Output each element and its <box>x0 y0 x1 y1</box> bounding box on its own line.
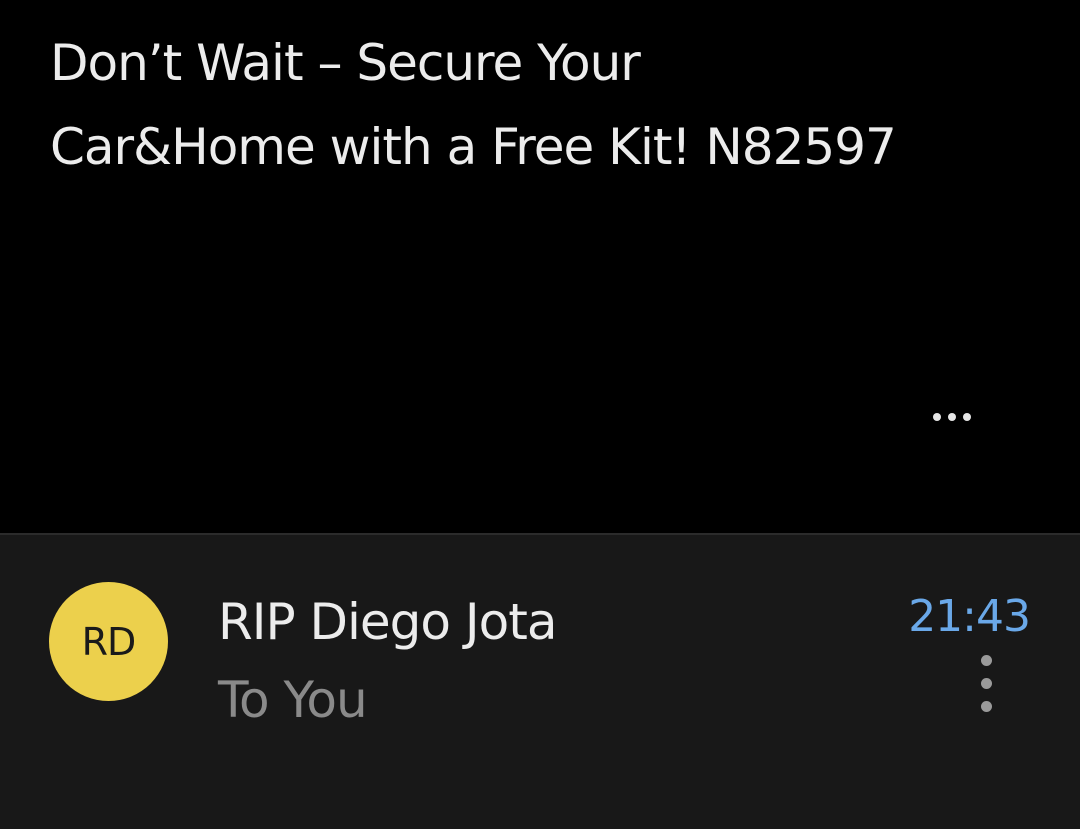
horizontal-ellipsis-dot <box>948 413 956 421</box>
vertical-ellipsis-dot <box>981 701 992 712</box>
recipient-label[interactable]: To You <box>218 675 368 725</box>
sender-details-row[interactable]: RD RIP Diego Jota To You 21:43 <box>0 535 1080 829</box>
received-time: 21:43 <box>908 591 1031 642</box>
vertical-ellipsis-icon <box>981 655 992 666</box>
more-options-button[interactable] <box>928 398 978 438</box>
email-subject-line-1: Don’t Wait – Secure Your <box>50 34 641 92</box>
email-subject-area: Don’t Wait – Secure Your Car&Home with a… <box>0 0 1080 533</box>
sender-name: RIP Diego Jota <box>218 593 557 651</box>
horizontal-ellipsis-icon <box>933 413 941 421</box>
avatar-initials: RD <box>81 619 137 664</box>
horizontal-ellipsis-dot <box>963 413 971 421</box>
vertical-ellipsis-dot <box>981 678 992 689</box>
sender-menu-button[interactable] <box>970 655 1004 717</box>
sender-avatar[interactable]: RD <box>49 582 168 701</box>
email-detail-screen: Don’t Wait – Secure Your Car&Home with a… <box>0 0 1080 829</box>
email-subject-line-2: Car&Home with a Free Kit! N82597 <box>50 118 897 176</box>
